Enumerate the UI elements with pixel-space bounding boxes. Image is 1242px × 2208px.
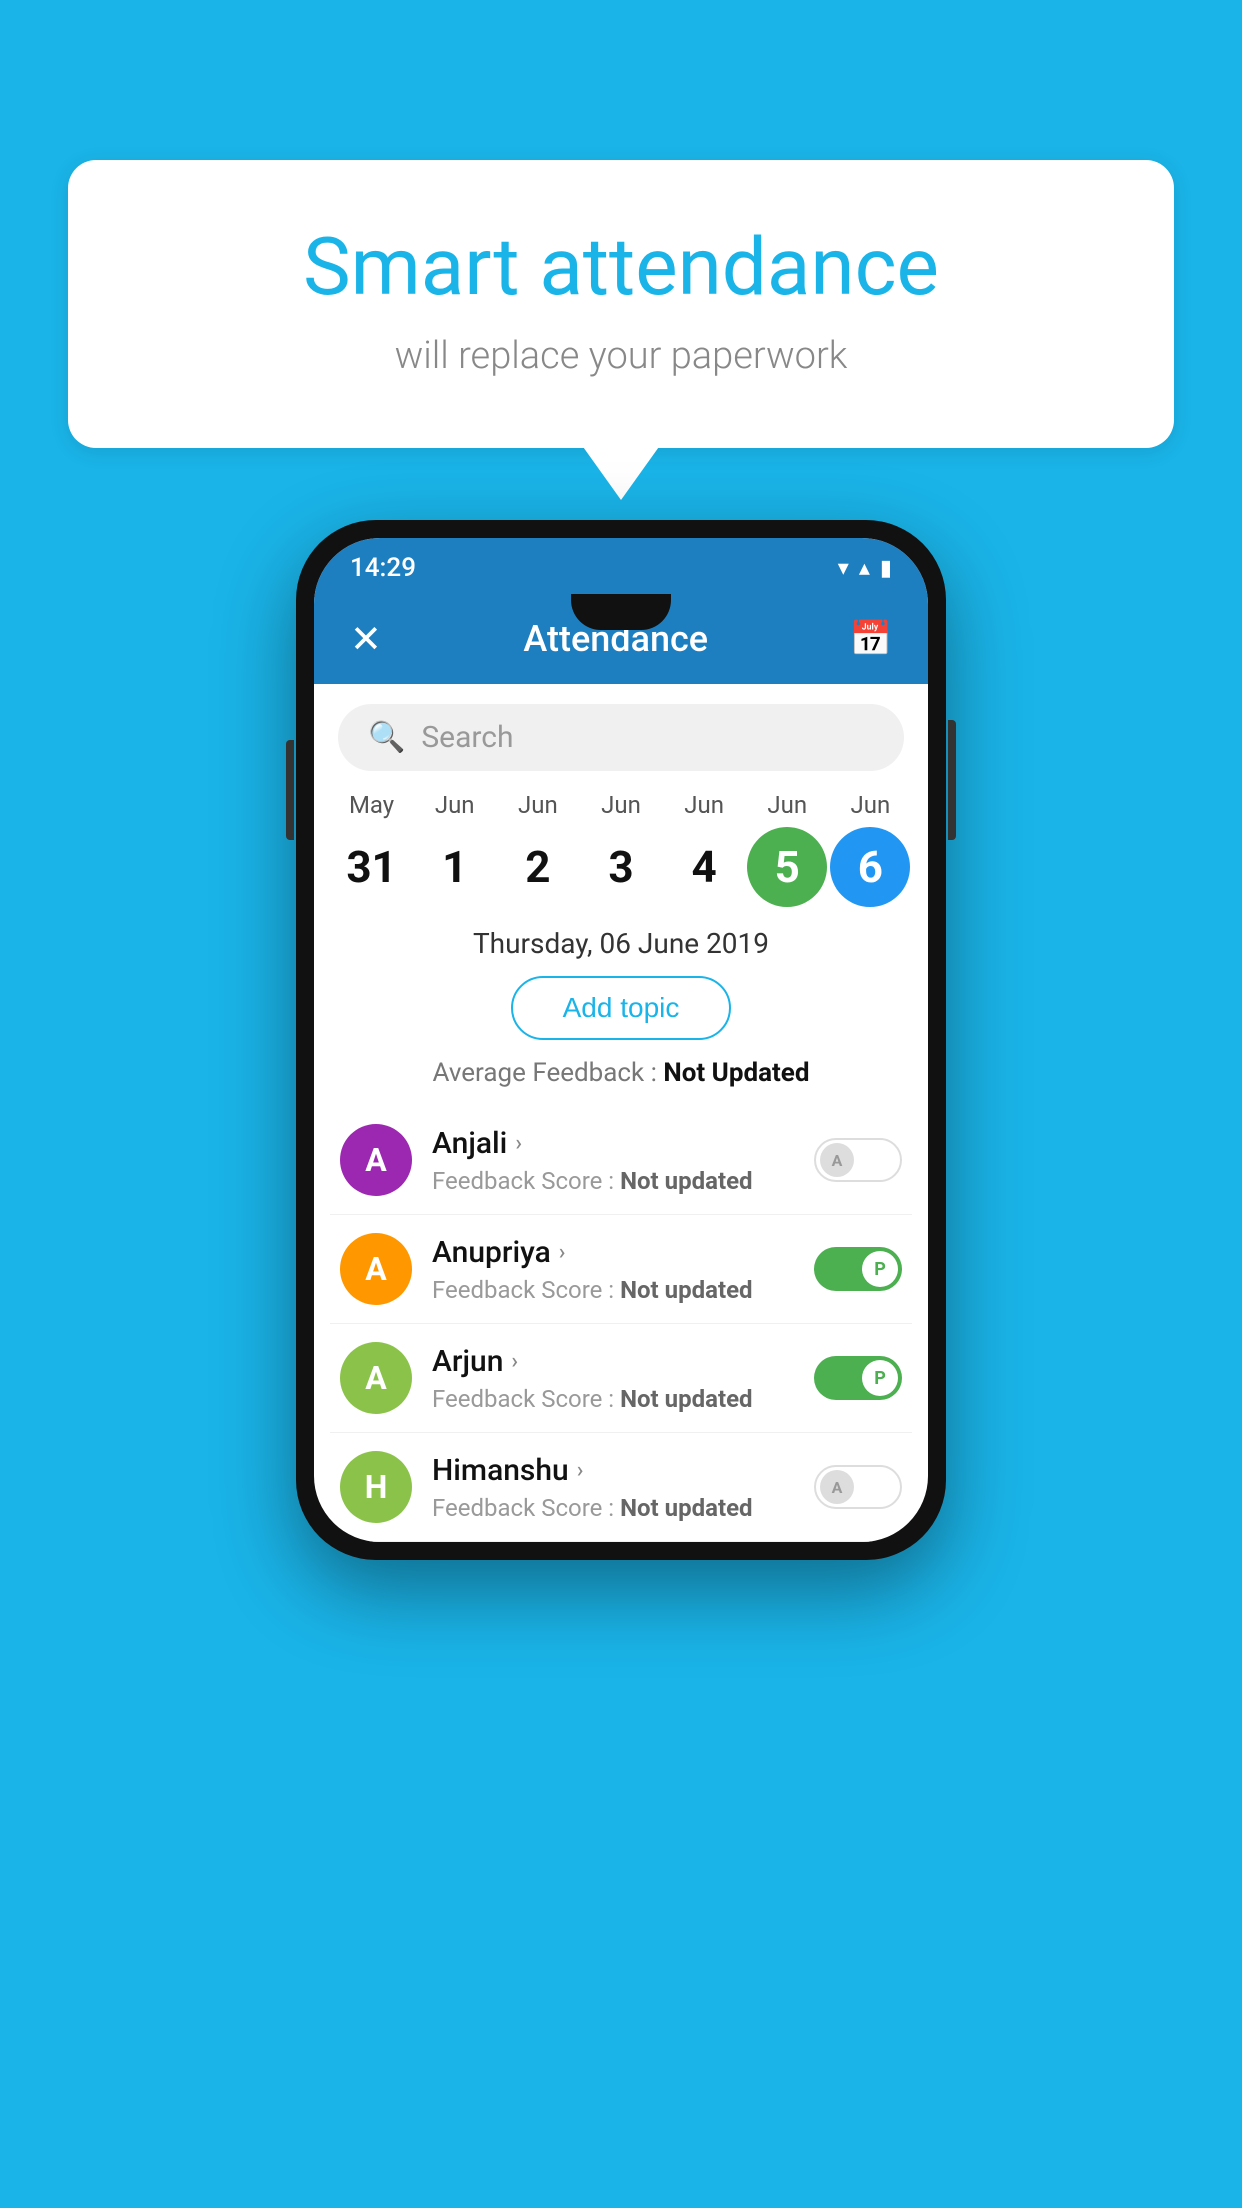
signal-icon: ▴ — [859, 556, 870, 581]
cal-date-5: 5 — [747, 827, 827, 907]
close-button[interactable]: ✕ — [350, 617, 382, 662]
student-info: Anjali › Feedback Score : Not updated — [432, 1126, 794, 1195]
cal-date-2: 2 — [498, 827, 578, 907]
feedback-score: Feedback Score : Not updated — [432, 1385, 794, 1413]
status-time: 14:29 — [350, 553, 416, 583]
cal-day-5[interactable]: Jun 5 — [747, 791, 827, 907]
phone-volume-button — [286, 740, 294, 840]
toggle-off[interactable]: A — [814, 1465, 902, 1509]
calendar-icon[interactable]: 📅 — [850, 619, 892, 659]
chevron-right-icon: › — [559, 1240, 566, 1265]
cal-date-3: 3 — [581, 827, 661, 907]
student-name: Himanshu › — [432, 1453, 794, 1488]
bubble-title: Smart attendance — [148, 220, 1094, 314]
avatar: H — [340, 1451, 412, 1523]
avatar: A — [340, 1124, 412, 1196]
toggle-off[interactable]: A — [814, 1138, 902, 1182]
feedback-score: Feedback Score : Not updated — [432, 1167, 794, 1195]
cal-month-5: Jun — [747, 791, 827, 819]
phone-power-button — [948, 720, 956, 840]
cal-day-4[interactable]: Jun 4 — [664, 791, 744, 907]
toggle-on[interactable]: P — [814, 1247, 902, 1291]
student-name: Anupriya › — [432, 1235, 794, 1270]
toggle-thumb: P — [862, 1360, 898, 1396]
bubble-subtitle: will replace your paperwork — [148, 334, 1094, 378]
phone-outer: 14:29 ▾ ▴ ▮ ✕ Attendance 📅 🔍 Search — [296, 520, 946, 1560]
student-info: Anupriya › Feedback Score : Not updated — [432, 1235, 794, 1304]
battery-icon: ▮ — [880, 556, 892, 581]
speech-bubble-container: Smart attendance will replace your paper… — [68, 160, 1174, 448]
cal-month-2: Jun — [498, 791, 578, 819]
avg-feedback-value: Not Updated — [663, 1058, 809, 1088]
avatar: A — [340, 1342, 412, 1414]
avatar: A — [340, 1233, 412, 1305]
feedback-score: Feedback Score : Not updated — [432, 1494, 794, 1522]
cal-date-1: 1 — [415, 827, 495, 907]
cal-date-0: 31 — [332, 827, 412, 907]
toggle-on[interactable]: P — [814, 1356, 902, 1400]
toggle-thumb: A — [820, 1470, 854, 1504]
student-name: Anjali › — [432, 1126, 794, 1161]
search-bar[interactable]: 🔍 Search — [338, 704, 904, 771]
chevron-right-icon: › — [577, 1458, 584, 1483]
list-item[interactable]: A Arjun › Feedback Score : Not updated P — [330, 1324, 912, 1433]
attendance-toggle[interactable]: A — [814, 1138, 902, 1182]
toggle-thumb: P — [862, 1251, 898, 1287]
cal-day-3[interactable]: Jun 3 — [581, 791, 661, 907]
wifi-icon: ▾ — [838, 556, 849, 581]
attendance-toggle[interactable]: P — [814, 1356, 902, 1400]
cal-day-2[interactable]: Jun 2 — [498, 791, 578, 907]
phone-mockup: 14:29 ▾ ▴ ▮ ✕ Attendance 📅 🔍 Search — [296, 520, 946, 1560]
cal-date-6: 6 — [830, 827, 910, 907]
speech-bubble: Smart attendance will replace your paper… — [68, 160, 1174, 448]
cal-month-1: Jun — [415, 791, 495, 819]
feedback-score: Feedback Score : Not updated — [432, 1276, 794, 1304]
chevron-right-icon: › — [511, 1349, 518, 1374]
student-info: Himanshu › Feedback Score : Not updated — [432, 1453, 794, 1522]
attendance-toggle[interactable]: A — [814, 1465, 902, 1509]
cal-day-0[interactable]: May 31 — [332, 791, 412, 907]
search-input[interactable]: Search — [421, 720, 513, 755]
student-list: A Anjali › Feedback Score : Not updated … — [314, 1106, 928, 1542]
avg-feedback-label: Average Feedback : — [433, 1058, 664, 1088]
average-feedback: Average Feedback : Not Updated — [314, 1058, 928, 1088]
phone-screen: 14:29 ▾ ▴ ▮ ✕ Attendance 📅 🔍 Search — [314, 538, 928, 1542]
list-item[interactable]: A Anupriya › Feedback Score : Not update… — [330, 1215, 912, 1324]
cal-month-4: Jun — [664, 791, 744, 819]
attendance-toggle[interactable]: P — [814, 1247, 902, 1291]
cal-month-3: Jun — [581, 791, 661, 819]
student-name: Arjun › — [432, 1344, 794, 1379]
add-topic-button[interactable]: Add topic — [511, 976, 732, 1040]
selected-date: Thursday, 06 June 2019 — [314, 927, 928, 960]
phone-notch — [571, 594, 671, 630]
status-icons: ▾ ▴ ▮ — [838, 556, 892, 581]
cal-day-1[interactable]: Jun 1 — [415, 791, 495, 907]
cal-month-6: Jun — [830, 791, 910, 819]
list-item[interactable]: H Himanshu › Feedback Score : Not update… — [330, 1433, 912, 1542]
cal-date-4: 4 — [664, 827, 744, 907]
chevron-right-icon: › — [515, 1131, 522, 1156]
toggle-thumb: A — [820, 1143, 854, 1177]
calendar-strip: May 31 Jun 1 Jun 2 Jun 3 Jun 4 — [314, 791, 928, 907]
search-icon: 🔍 — [368, 720, 405, 755]
status-bar: 14:29 ▾ ▴ ▮ — [314, 538, 928, 594]
cal-month-0: May — [332, 791, 412, 819]
cal-day-6[interactable]: Jun 6 — [830, 791, 910, 907]
list-item[interactable]: A Anjali › Feedback Score : Not updated … — [330, 1106, 912, 1215]
student-info: Arjun › Feedback Score : Not updated — [432, 1344, 794, 1413]
